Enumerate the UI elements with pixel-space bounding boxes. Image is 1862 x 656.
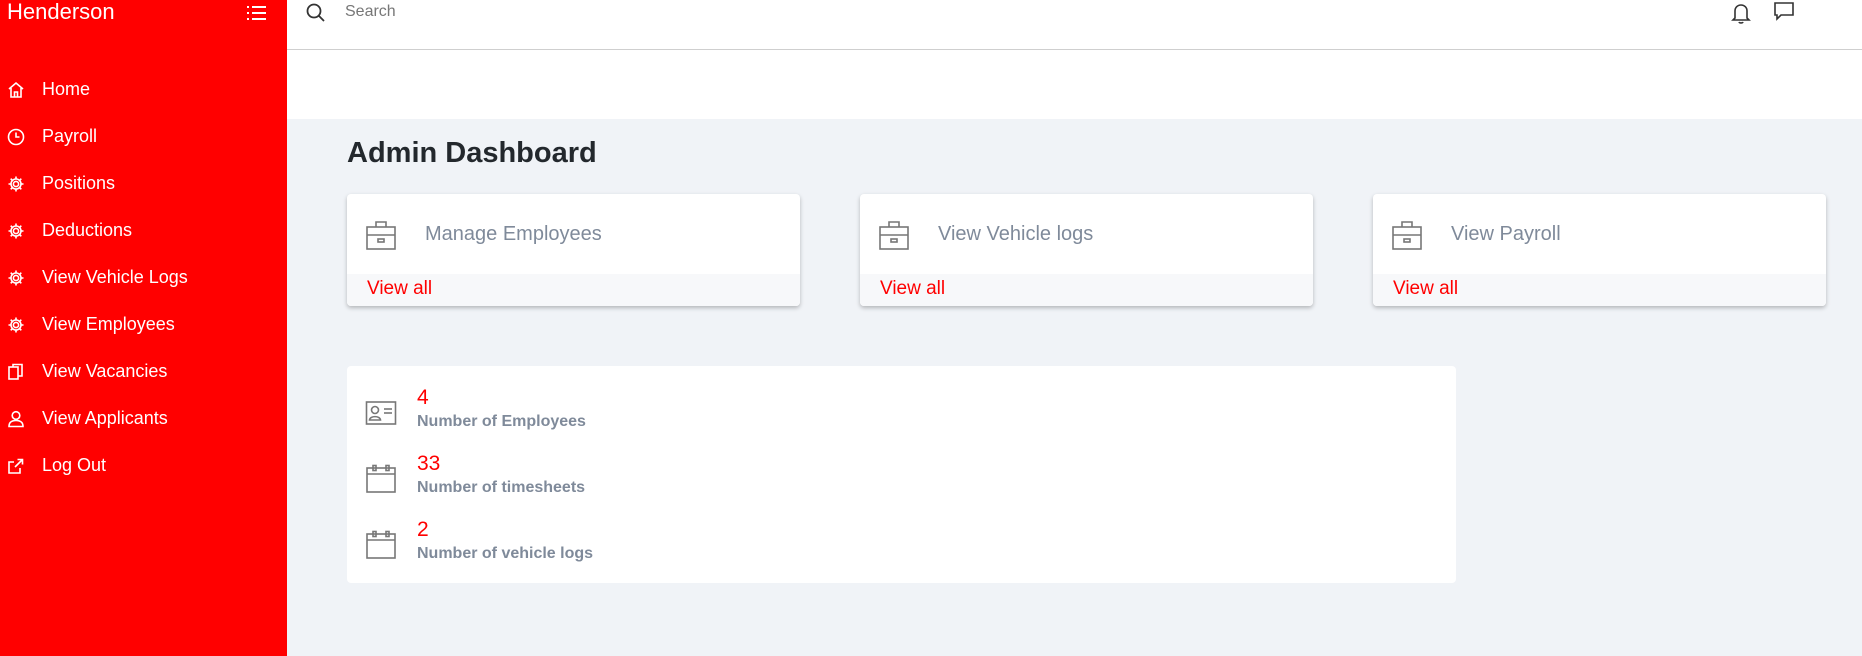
stat-label: Number of vehicle logs bbox=[417, 545, 594, 562]
sidebar-item-label: Payroll bbox=[42, 126, 98, 146]
stat-vehicle-logs: 2 Number of vehicle logs bbox=[347, 518, 947, 568]
top-bar bbox=[287, 0, 1862, 50]
sidebar-item-label: Positions bbox=[42, 173, 116, 193]
list-menu-icon[interactable] bbox=[246, 3, 268, 23]
card-footer: View all bbox=[347, 274, 800, 306]
card-title: View Vehicle logs bbox=[938, 223, 1094, 245]
card-footer: View all bbox=[1373, 274, 1826, 306]
briefcase-icon bbox=[878, 218, 910, 252]
view-all-link[interactable]: View all bbox=[367, 278, 432, 300]
sidebar-nav: Home Payroll Positions Deductions View V… bbox=[0, 66, 287, 489]
copy-icon bbox=[6, 362, 26, 382]
sidebar-item-label: View Applicants bbox=[42, 408, 168, 428]
home-icon bbox=[6, 80, 26, 100]
stat-timesheets: 33 Number of timesheets bbox=[347, 452, 947, 502]
stat-label: Number of timesheets bbox=[417, 479, 586, 496]
page-title: Admin Dashboard bbox=[347, 137, 597, 169]
sidebar: Henderson Home Payroll Positions Deducti… bbox=[0, 0, 287, 656]
clock-icon bbox=[6, 127, 26, 147]
header-spacer bbox=[287, 50, 1862, 119]
view-all-link[interactable]: View all bbox=[880, 278, 945, 300]
search-input[interactable] bbox=[345, 0, 945, 24]
chat-icon[interactable] bbox=[1773, 1, 1795, 23]
card-view-payroll[interactable]: View Payroll View all bbox=[1373, 194, 1826, 306]
view-all-link[interactable]: View all bbox=[1393, 278, 1458, 300]
gear-icon bbox=[6, 315, 26, 335]
sidebar-item-label: View Employees bbox=[42, 314, 175, 334]
briefcase-icon bbox=[1391, 218, 1423, 252]
stat-value: 33 bbox=[417, 452, 441, 475]
sidebar-item-deductions[interactable]: Deductions bbox=[0, 207, 287, 254]
briefcase-icon bbox=[365, 218, 397, 252]
stat-value: 4 bbox=[417, 386, 429, 409]
brand-name[interactable]: Henderson bbox=[7, 0, 115, 27]
logout-icon bbox=[6, 456, 26, 476]
sidebar-item-label: View Vehicle Logs bbox=[42, 267, 188, 287]
card-view-vehicle-logs[interactable]: View Vehicle logs View all bbox=[860, 194, 1313, 306]
gear-icon bbox=[6, 268, 26, 288]
card-manage-employees[interactable]: Manage Employees View all bbox=[347, 194, 800, 306]
main-content: Admin Dashboard Manage Employees View al… bbox=[287, 119, 1862, 656]
sidebar-item-payroll[interactable]: Payroll bbox=[0, 113, 287, 160]
sidebar-item-label: Deductions bbox=[42, 220, 133, 240]
stats-panel: 4 Number of Employees 33 Number of times… bbox=[347, 366, 1456, 583]
gear-icon bbox=[6, 174, 26, 194]
sidebar-item-view-vacancies[interactable]: View Vacancies bbox=[0, 348, 287, 395]
sidebar-item-label: View Vacancies bbox=[42, 361, 168, 381]
sidebar-item-positions[interactable]: Positions bbox=[0, 160, 287, 207]
id-card-icon bbox=[365, 398, 397, 428]
calendar-icon bbox=[365, 464, 397, 494]
sidebar-item-log-out[interactable]: Log Out bbox=[0, 442, 287, 489]
sidebar-item-view-vehicle-logs[interactable]: View Vehicle Logs bbox=[0, 254, 287, 301]
card-footer: View all bbox=[860, 274, 1313, 306]
card-title: View Payroll bbox=[1451, 223, 1561, 245]
gear-icon bbox=[6, 221, 26, 241]
card-title: Manage Employees bbox=[425, 223, 602, 245]
bell-icon[interactable] bbox=[1730, 1, 1752, 25]
sidebar-item-label: Log Out bbox=[42, 455, 107, 475]
user-icon bbox=[6, 409, 26, 429]
calendar-icon bbox=[365, 530, 397, 560]
search-icon[interactable] bbox=[304, 1, 328, 25]
stat-value: 2 bbox=[417, 518, 429, 541]
sidebar-item-view-applicants[interactable]: View Applicants bbox=[0, 395, 287, 442]
stat-employees: 4 Number of Employees bbox=[347, 386, 947, 436]
stat-label: Number of Employees bbox=[417, 413, 586, 430]
sidebar-item-label: Home bbox=[42, 79, 91, 99]
sidebar-item-view-employees[interactable]: View Employees bbox=[0, 301, 287, 348]
sidebar-item-home[interactable]: Home bbox=[0, 66, 287, 113]
